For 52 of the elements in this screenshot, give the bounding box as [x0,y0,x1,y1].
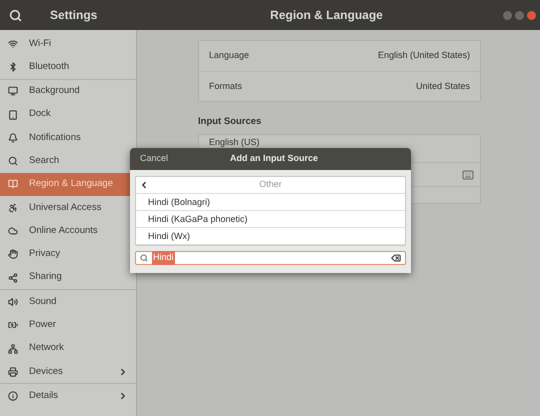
sidebar-item[interactable]: Universal Access [0,196,136,220]
minimize-button[interactable] [503,10,512,20]
share-icon [8,272,18,283]
clear-icon[interactable] [391,253,401,263]
close-button[interactable] [527,10,536,20]
category-label: Other [258,178,283,192]
settings-row[interactable]: Language English (United States) [199,41,480,71]
battery-icon [8,320,18,330]
sidebar-item[interactable]: Sound [0,290,136,314]
sidebar-item[interactable]: Background [0,80,136,103]
keyboard-icon[interactable] [462,168,474,181]
sidebar-item[interactable]: Notifications [0,126,136,150]
sidebar-item[interactable]: Power [0,314,136,337]
monitor-icon [8,86,18,96]
dialog-title: Add an Input Source [230,152,318,166]
sidebar-item[interactable]: Dock [0,102,136,126]
app-title: Settings [50,7,98,24]
info-icon [8,391,18,402]
sidebar-item[interactable]: Sharing [0,266,136,290]
list-item[interactable]: Hindi (Bolnagri) [136,194,405,211]
chevron-icon [118,366,128,377]
search-text: Hindi [152,251,175,265]
book-icon [8,179,18,190]
sidebar-item[interactable]: Privacy [0,242,136,266]
sidebar-item[interactable]: Online Accounts [0,219,136,243]
chevron-icon [118,391,128,402]
list-item[interactable]: Hindi (KaGaPa phonetic) [136,211,405,228]
back-icon [139,180,149,190]
printer-icon [8,366,18,377]
sidebar-item[interactable]: Bluetooth [0,55,136,79]
bell-icon [8,132,18,143]
sidebar-item[interactable]: Devices [0,360,136,384]
sidebar-item[interactable]: Network [0,336,136,360]
sidebar-item[interactable]: Search [0,149,136,173]
settings-row[interactable]: Formats United States [199,71,480,101]
wifi-icon [8,38,18,49]
maximize-button[interactable] [515,10,524,20]
list-item[interactable]: Hindi (Wx) [136,228,405,245]
network-icon [8,344,18,354]
cloud-icon [8,226,18,236]
window-title: Region & Language [269,7,384,24]
cancel-button[interactable]: Cancel [140,152,168,166]
sidebar-item[interactable]: Wi-Fi [0,32,136,56]
hand-icon [8,249,18,260]
sidebar-item[interactable]: Details [0,384,136,408]
search-icon [140,254,148,262]
bluetooth-icon [8,62,18,72]
speaker-icon [8,296,18,307]
section-heading: Input Sources [198,115,262,129]
search-icon [8,156,18,166]
accessibility-icon [8,202,18,213]
dock-icon [8,110,18,120]
